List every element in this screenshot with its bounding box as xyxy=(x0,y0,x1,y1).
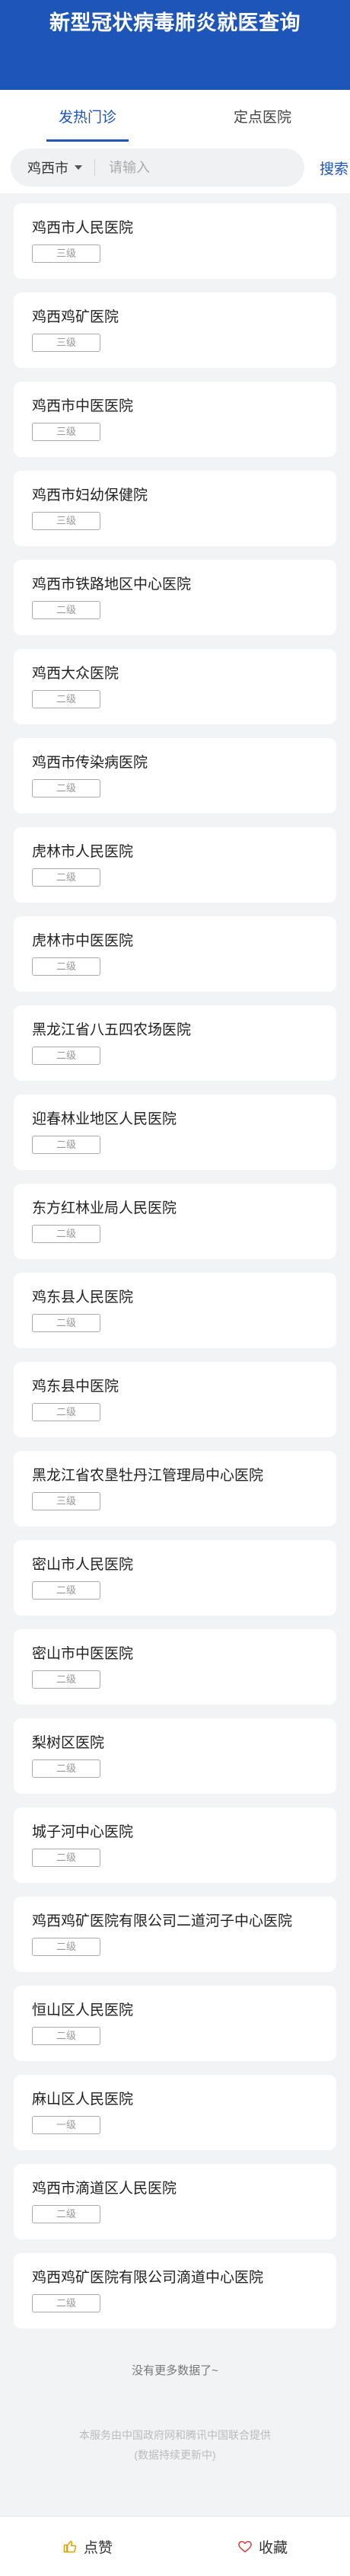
no-more-text: 没有更多数据了~ xyxy=(132,2364,218,2377)
city-select[interactable]: 鸡西市 xyxy=(27,158,82,177)
like-label: 点赞 xyxy=(83,2539,113,2556)
hospital-name: 黑龙江省农垦牡丹江管理局中心医院 xyxy=(32,1468,264,1484)
hospital-level-badge: 二级 xyxy=(32,1581,100,1600)
hospital-level-badge: 二级 xyxy=(32,957,100,976)
favorite-label: 收藏 xyxy=(258,2539,288,2556)
hospital-card[interactable]: 鸡西市妇幼保健院 三级 xyxy=(14,471,336,546)
hospital-level-badge: 二级 xyxy=(32,1670,100,1689)
hospital-name: 鸡西鸡矿医院 xyxy=(32,309,119,325)
hospital-card[interactable]: 鸡西市人民医院 三级 xyxy=(14,203,336,279)
hospital-name: 密山市人民医院 xyxy=(32,1557,134,1573)
hospital-name: 梨树区医院 xyxy=(32,1735,105,1751)
hospital-name: 鸡西市人民医院 xyxy=(32,220,134,236)
hospital-level-badge: 二级 xyxy=(32,868,100,887)
hospital-card[interactable]: 麻山区人民医院 一级 xyxy=(14,2075,336,2150)
hospital-level-badge: 三级 xyxy=(32,512,100,530)
hospital-card[interactable]: 鸡西市滴道区人民医院 二级 xyxy=(14,2164,336,2239)
hospital-card[interactable]: 密山市中医医院 二级 xyxy=(14,1629,336,1705)
hospital-name: 东方红林业局人民医院 xyxy=(32,1200,177,1216)
hospital-level-badge: 一级 xyxy=(32,2116,100,2134)
search-button[interactable]: 搜索 xyxy=(320,158,348,178)
hospital-name: 鸡西鸡矿医院有限公司二道河子中心医院 xyxy=(32,1913,293,1929)
hospital-card[interactable]: 虎林市中医医院 二级 xyxy=(14,916,336,992)
hospital-card[interactable]: 鸡西大众医院 二级 xyxy=(14,649,336,724)
hospital-card[interactable]: 鸡西鸡矿医院有限公司二道河子中心医院 二级 xyxy=(14,1897,336,1972)
heart-icon xyxy=(238,2541,252,2552)
hospital-level-badge: 二级 xyxy=(32,601,100,619)
hospital-name: 黑龙江省八五四农场医院 xyxy=(32,1022,192,1038)
hospital-list: 鸡西市人民医院 三级 鸡西鸡矿医院 三级 鸡西市中医医院 三级 鸡西市妇幼保健院 三级 鸡西市铁… xyxy=(0,203,350,2328)
service-notice-line1: 本服务由中国政府网和腾讯中国联合提供 xyxy=(79,2429,271,2441)
hospital-name: 鸡东县人民医院 xyxy=(32,1290,134,1306)
city-select-label: 鸡西市 xyxy=(27,161,68,176)
favorite-button[interactable]: 收藏 xyxy=(175,2517,350,2576)
hospital-level-badge: 二级 xyxy=(32,2205,100,2223)
hospital-level-badge: 二级 xyxy=(32,1225,100,1243)
hospital-level-badge: 二级 xyxy=(32,1047,100,1065)
hospital-name: 虎林市人民医院 xyxy=(32,844,134,860)
hospital-card[interactable]: 城子河中心医院 二级 xyxy=(14,1807,336,1883)
tab-fever-clinic[interactable]: 发热门诊 xyxy=(0,90,175,142)
hospital-level-badge: 二级 xyxy=(32,1136,100,1154)
hospital-card[interactable]: 鸡西鸡矿医院 三级 xyxy=(14,292,336,368)
service-notice: 本服务由中国政府网和腾讯中国联合提供 (数据持续更新中) xyxy=(0,2425,350,2465)
hospital-name: 鸡西市传染病医院 xyxy=(32,755,148,771)
hospital-level-badge: 三级 xyxy=(32,244,100,263)
hospital-card[interactable]: 鸡东县人民医院 二级 xyxy=(14,1273,336,1348)
hospital-level-badge: 二级 xyxy=(32,1849,100,1867)
hospital-name: 鸡西市妇幼保健院 xyxy=(32,487,148,503)
hospital-card[interactable]: 黑龙江省农垦牡丹江管理局中心医院 三级 xyxy=(14,1451,336,1526)
hospital-name: 密山市中医医院 xyxy=(32,1646,134,1662)
like-button[interactable]: 点赞 xyxy=(0,2517,175,2576)
hospital-name: 鸡西大众医院 xyxy=(32,666,119,682)
hospital-name: 鸡西市中医医院 xyxy=(32,398,134,414)
hospital-level-badge: 三级 xyxy=(32,1492,100,1510)
hospital-card[interactable]: 鸡西市铁路地区中心医院 二级 xyxy=(14,560,336,635)
tab-designated-hospital[interactable]: 定点医院 xyxy=(175,90,350,142)
hospital-card[interactable]: 恒山区人民医院 二级 xyxy=(14,1986,336,2061)
hospital-name: 迎春林业地区人民医院 xyxy=(32,1111,177,1127)
hospital-level-badge: 二级 xyxy=(32,2027,100,2045)
tab-bar: 发热门诊 定点医院 xyxy=(0,90,350,142)
hospital-card[interactable]: 黑龙江省八五四农场医院 二级 xyxy=(14,1005,336,1081)
hospital-name: 鸡西市滴道区人民医院 xyxy=(32,2181,177,2197)
divider xyxy=(94,159,95,176)
hospital-level-badge: 三级 xyxy=(32,334,100,352)
page-title: 新型冠状病毒肺炎就医查询 xyxy=(49,11,301,35)
hospital-level-badge: 三级 xyxy=(32,423,100,441)
hospital-level-badge: 二级 xyxy=(32,690,100,708)
hospital-card[interactable]: 鸡西鸡矿医院有限公司滴道中心医院 二级 xyxy=(14,2253,336,2328)
caret-down-icon xyxy=(75,165,82,170)
hospital-card[interactable]: 迎春林业地区人民医院 二级 xyxy=(14,1095,336,1170)
hospital-card[interactable]: 鸡西市传染病医院 二级 xyxy=(14,738,336,813)
hospital-card[interactable]: 梨树区医院 二级 xyxy=(14,1718,336,1794)
hospital-name: 恒山区人民医院 xyxy=(32,2002,134,2018)
hospital-name: 城子河中心医院 xyxy=(32,1824,134,1840)
hospital-card[interactable]: 虎林市人民医院 二级 xyxy=(14,827,336,903)
hospital-card[interactable]: 鸡西市中医医院 三级 xyxy=(14,382,336,457)
header: 新型冠状病毒肺炎就医查询 xyxy=(0,0,350,90)
hospital-level-badge: 二级 xyxy=(32,1403,100,1421)
hospital-level-badge: 二级 xyxy=(32,779,100,797)
hospital-level-badge: 二级 xyxy=(32,1314,100,1332)
hospital-card[interactable]: 密山市人民医院 二级 xyxy=(14,1540,336,1616)
hospital-name: 鸡西市铁路地区中心医院 xyxy=(32,577,192,593)
search-bar: 鸡西市 搜索 xyxy=(0,142,350,194)
hospital-level-badge: 二级 xyxy=(32,2294,100,2312)
bottom-bar: 点赞 收藏 xyxy=(0,2516,350,2576)
hospital-name: 麻山区人民医院 xyxy=(32,2092,134,2108)
hospital-level-badge: 二级 xyxy=(32,1938,100,1956)
hospital-card[interactable]: 东方红林业局人民医院 二级 xyxy=(14,1184,336,1259)
hospital-name: 鸡东县中医院 xyxy=(32,1379,119,1395)
thumbs-up-icon xyxy=(63,2540,77,2553)
hospital-level-badge: 二级 xyxy=(32,1759,100,1778)
search-input[interactable] xyxy=(107,158,270,177)
hospital-card[interactable]: 鸡东县中医院 二级 xyxy=(14,1362,336,1437)
search-box: 鸡西市 xyxy=(11,149,304,187)
service-notice-line2: (数据持续更新中) xyxy=(134,2449,216,2461)
hospital-name: 鸡西鸡矿医院有限公司滴道中心医院 xyxy=(32,2270,264,2286)
hospital-name: 虎林市中医医院 xyxy=(32,933,134,949)
